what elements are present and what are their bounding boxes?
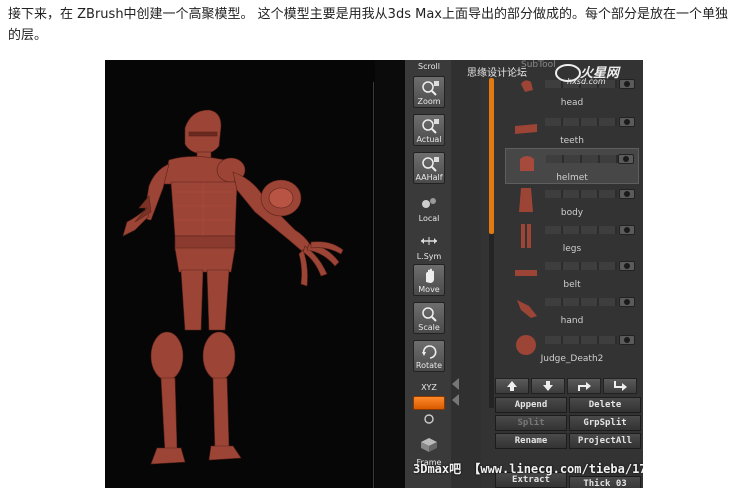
subtool-name: Judge_Death2 (540, 354, 604, 364)
rename-button[interactable]: Rename (495, 433, 567, 449)
projectall-button[interactable]: ProjectAll (569, 433, 641, 449)
subtool-name: legs (562, 244, 582, 254)
subtool-scrollbar[interactable] (489, 78, 494, 234)
move-up-button[interactable] (495, 378, 529, 394)
subtool-name: body (560, 208, 584, 218)
subtool-slots (545, 190, 617, 198)
subtool-name: hand (560, 316, 584, 326)
rotate-mode-icon (424, 414, 434, 424)
zoom-icon (422, 81, 439, 96)
tool-move[interactable]: Move (413, 264, 445, 296)
subtool-name: teeth (560, 136, 584, 146)
visibility-eye-icon[interactable] (619, 261, 635, 271)
visibility-eye-icon[interactable] (619, 297, 635, 307)
subtool-item-belt[interactable]: belt (505, 256, 639, 292)
actual-icon (422, 119, 439, 134)
subtool-button-row-1: Append Delete (491, 397, 641, 413)
subtool-slots (545, 298, 617, 306)
subtool-slots (545, 262, 617, 270)
article-paragraph: 接下来，在 ZBrush中创建一个高聚模型。 这个模型主要是用我从3ds Max… (8, 7, 728, 43)
subtool-name: helmet (556, 173, 588, 183)
tool-rotate-mode-active[interactable] (413, 396, 445, 410)
subtool-item-helmet[interactable]: helmet (505, 148, 639, 184)
tool-xyz[interactable]: XYZ (413, 376, 445, 392)
zbrush-screenshot: Scroll Zoom Actual AAHalf Local L.Sym Mo… (105, 60, 643, 488)
judge-death-model (122, 109, 344, 465)
subtool-item-teeth[interactable]: teeth (505, 112, 639, 148)
subtool-item-hand[interactable]: hand (505, 292, 639, 328)
tool-local[interactable]: Local (413, 192, 445, 224)
subtool-item-body[interactable]: body (505, 184, 639, 220)
visibility-eye-icon[interactable] (619, 335, 635, 345)
viewport-divider (373, 82, 374, 488)
visibility-eye-icon[interactable] (619, 117, 635, 127)
frame-icon (421, 438, 437, 452)
right-toolbar: Scroll Zoom Actual AAHalf Local L.Sym Mo… (405, 60, 451, 488)
lsym-icon (421, 237, 437, 245)
subtool-item-legs[interactable]: legs (505, 220, 639, 256)
move-down-button[interactable] (531, 378, 565, 394)
move-icon (426, 268, 434, 283)
append-button[interactable]: Append (495, 397, 567, 413)
subtool-slots (545, 336, 617, 344)
turn-down-button[interactable] (603, 378, 637, 394)
subtool-panel: SubTool head teeth helmet body legs belt… (481, 60, 643, 488)
tool-scale[interactable]: Scale (413, 302, 445, 334)
arrow-up-icon (507, 381, 517, 391)
delete-button[interactable]: Delete (569, 397, 641, 413)
subtool-slots (545, 118, 617, 126)
subtool-button-row-3: Rename ProjectAll (491, 433, 641, 449)
watermark-bottom: 3Dmax吧 【www.linecg.com/tieba/1771】 (413, 462, 643, 476)
tool-lsym[interactable]: L.Sym (413, 230, 445, 262)
redo-arrow-button[interactable] (567, 378, 601, 394)
rotate-icon (422, 345, 437, 359)
collapse-arrow-icon[interactable] (452, 378, 459, 390)
watermark-logo-sub: hxsd.com (567, 77, 606, 86)
subtool-slots (545, 226, 617, 234)
subtool-name: head (560, 98, 584, 108)
collapse-arrow-icon-2[interactable] (452, 394, 459, 406)
tool-rotate[interactable]: Rotate (413, 340, 445, 372)
thick-slider[interactable]: Thick 03 (569, 476, 641, 488)
tool-rotate-mode-alt[interactable] (413, 412, 445, 426)
turn-right-icon (578, 382, 591, 391)
turn-down-right-icon (614, 381, 627, 391)
visibility-eye-icon[interactable] (618, 154, 634, 164)
grpsplit-button[interactable]: GrpSplit (569, 415, 641, 431)
local-icon (422, 198, 436, 208)
subtool-item-judge-death2[interactable]: Judge_Death2 (505, 330, 639, 366)
tool-aahalf[interactable]: AAHalf (413, 152, 445, 184)
scale-icon (422, 307, 437, 322)
arrow-down-icon (543, 381, 553, 391)
subtool-button-row-2: Split GrpSplit (491, 415, 641, 431)
tool-zoom[interactable]: Zoom (413, 76, 445, 108)
panel-splitter[interactable] (451, 60, 481, 488)
aahalf-icon (422, 157, 439, 172)
tool-actual[interactable]: Actual (413, 114, 445, 146)
visibility-eye-icon[interactable] (619, 189, 635, 199)
subtool-slots (546, 155, 618, 163)
tool-scroll[interactable]: Scroll (413, 60, 445, 72)
subtool-arrow-row (491, 378, 641, 394)
watermark-forum: 思缘设计论坛 (467, 68, 527, 79)
split-button[interactable]: Split (495, 415, 567, 431)
visibility-eye-icon[interactable] (619, 225, 635, 235)
subtool-name: belt (563, 280, 581, 290)
